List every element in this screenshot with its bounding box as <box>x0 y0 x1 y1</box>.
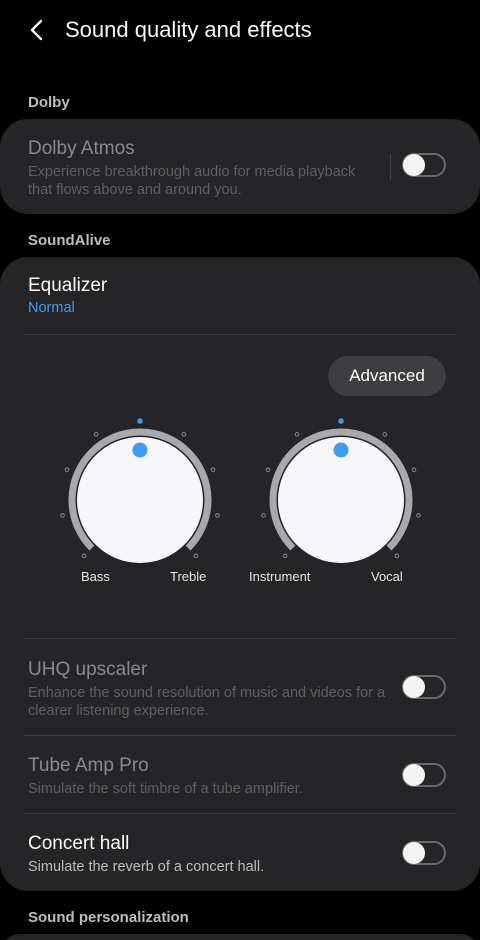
dial-tick <box>93 432 99 437</box>
tube-amp-toggle[interactable] <box>402 763 446 787</box>
tube-amp-row[interactable]: Tube Amp Pro Simulate the soft timbre of… <box>0 736 480 813</box>
dial-tick <box>282 553 288 559</box>
dial-indicator <box>333 442 349 458</box>
dial-tick <box>215 513 220 518</box>
uhq-upscaler-row[interactable]: UHQ upscaler Enhance the sound resolutio… <box>0 639 480 735</box>
equalizer-title: Equalizer <box>28 275 108 296</box>
personalization-card <box>0 934 480 940</box>
uhq-upscaler-title: UHQ upscaler <box>28 659 148 680</box>
uhq-upscaler-toggle[interactable] <box>402 675 446 699</box>
advanced-button[interactable]: Advanced <box>328 356 446 396</box>
dolby-card: Dolby Atmos Experience breakthrough audi… <box>0 119 480 214</box>
section-header-soundalive: SoundAlive <box>28 232 111 249</box>
dial-tick <box>338 418 344 424</box>
concert-hall-title: Concert hall <box>28 833 130 854</box>
concert-hall-toggle[interactable] <box>402 841 446 865</box>
page-title: Sound quality and effects <box>65 17 312 42</box>
dial-tick <box>210 467 216 473</box>
dial-tick <box>193 553 199 559</box>
dial1-left-label: Bass <box>81 569 110 584</box>
toggle-thumb <box>403 676 425 698</box>
tube-amp-title: Tube Amp Pro <box>28 755 149 776</box>
dolby-atmos-toggle[interactable] <box>402 153 446 177</box>
dial-tick <box>394 553 400 559</box>
dolby-atmos-row[interactable]: Dolby Atmos Experience breakthrough audi… <box>0 119 480 214</box>
back-button[interactable] <box>24 16 52 44</box>
instrument-vocal-dial[interactable] <box>256 415 426 585</box>
dial-graphic <box>261 418 421 563</box>
concert-hall-row[interactable]: Concert hall Simulate the reverb of a co… <box>0 814 480 891</box>
dial-tick <box>265 467 271 473</box>
uhq-upscaler-subtitle: Enhance the sound resolution of music an… <box>28 685 386 719</box>
dolby-atmos-title: Dolby Atmos <box>28 138 135 159</box>
equalizer-value: Normal <box>28 300 75 316</box>
dial-tick <box>60 513 65 518</box>
dial1-right-label: Treble <box>170 569 207 584</box>
dial-tick <box>261 513 266 518</box>
dial2-right-label: Vocal <box>371 569 403 584</box>
dial2-left-label: Instrument <box>249 569 311 584</box>
toggle-thumb <box>403 764 425 786</box>
app-header: Sound quality and effects <box>0 0 480 62</box>
concert-hall-subtitle: Simulate the reverb of a concert hall. <box>28 859 265 875</box>
dial-tick <box>411 467 417 473</box>
bass-treble-dial[interactable] <box>55 415 225 585</box>
dial-tick <box>294 432 300 437</box>
tube-amp-subtitle: Simulate the soft timbre of a tube ampli… <box>28 781 303 797</box>
dolby-atmos-subtitle: Experience breakthrough audio for media … <box>28 164 356 198</box>
dial-tick <box>137 418 143 424</box>
dial-graphic <box>60 418 220 563</box>
toggle-thumb <box>403 842 425 864</box>
dial-tick <box>416 513 421 518</box>
dial-tick <box>382 432 388 437</box>
section-header-dolby: Dolby <box>28 94 70 111</box>
dial-indicator <box>132 442 148 458</box>
row-divider <box>390 154 391 180</box>
toggle-thumb <box>403 154 425 176</box>
chevron-left-icon <box>30 19 43 41</box>
dial-tick <box>181 432 187 437</box>
section-header-sound-personalization: Sound personalization <box>28 909 189 926</box>
dial-tick <box>64 467 70 473</box>
dial-tick <box>81 553 87 559</box>
divider <box>24 334 456 335</box>
